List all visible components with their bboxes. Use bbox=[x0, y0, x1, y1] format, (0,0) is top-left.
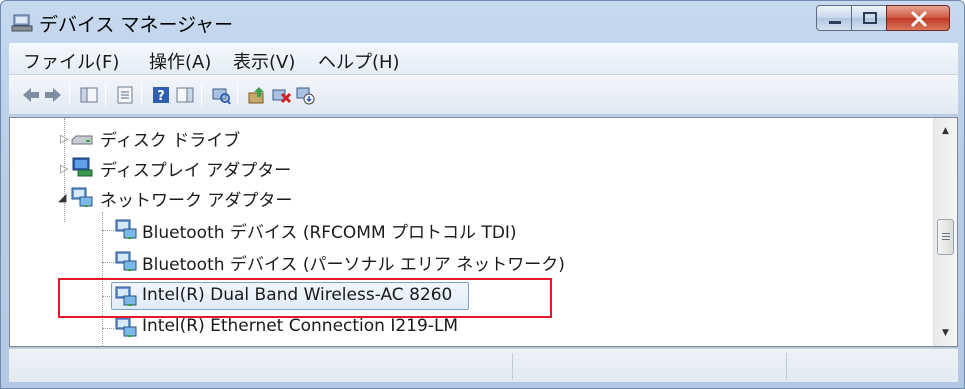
close-icon bbox=[911, 11, 927, 27]
tree-guide-line bbox=[102, 230, 114, 231]
menu-bar: ファイル(F) 操作(A) 表示(V) ヘルプ(H) bbox=[9, 43, 958, 75]
back-arrow-icon[interactable] bbox=[21, 85, 41, 105]
thumb-grip bbox=[942, 233, 950, 234]
svg-text:?: ? bbox=[157, 89, 165, 104]
window-title: デバイス マネージャー bbox=[39, 14, 234, 36]
tree-item-label: Intel(R) Ethernet Connection I219-LM bbox=[142, 316, 459, 336]
scrollbar-thumb[interactable] bbox=[937, 219, 954, 255]
status-pane bbox=[787, 353, 937, 379]
status-bar bbox=[9, 348, 958, 382]
scroll-down-arrow-icon[interactable]: ▼ bbox=[934, 322, 957, 344]
maximize-icon bbox=[863, 12, 877, 24]
expanded-expander-icon[interactable]: ◢ bbox=[58, 191, 66, 204]
close-button[interactable] bbox=[886, 5, 950, 31]
toolbar: ? bbox=[9, 75, 958, 115]
status-pane bbox=[9, 353, 513, 379]
network-adapter-icon bbox=[115, 219, 137, 239]
scroll-up-arrow-icon[interactable]: ▲ bbox=[934, 120, 957, 142]
toolbar-separator bbox=[237, 84, 238, 106]
network-adapter-icon bbox=[115, 251, 137, 271]
uninstall-device-icon[interactable] bbox=[271, 85, 291, 105]
red-annotation-box bbox=[58, 278, 552, 318]
tree-item-label: Bluetooth デバイス (パーソナル エリア ネットワーク) bbox=[142, 255, 565, 275]
toolbar-separator bbox=[141, 84, 142, 106]
collapsed-expander-icon[interactable]: ▷ bbox=[60, 162, 68, 175]
collapsed-expander-icon[interactable]: ▷ bbox=[60, 132, 68, 145]
device-manager-icon bbox=[11, 14, 33, 32]
thumb-grip bbox=[942, 236, 950, 237]
minimize-icon bbox=[829, 21, 841, 24]
menu-help[interactable]: ヘルプ(H) bbox=[318, 48, 400, 74]
tree-item-disk-drives[interactable]: ▷ ディスク ドライブ bbox=[10, 124, 930, 152]
network-adapter-icon bbox=[115, 317, 137, 337]
display-adapter-icon bbox=[72, 157, 93, 177]
help-icon[interactable]: ? bbox=[151, 85, 171, 105]
thumb-grip bbox=[942, 239, 950, 240]
tree-item-label: ディスプレイ アダプター bbox=[100, 161, 292, 181]
tree-item-label: ディスク ドライブ bbox=[100, 131, 241, 151]
toolbar-separator bbox=[69, 84, 70, 106]
menu-action[interactable]: 操作(A) bbox=[149, 48, 211, 74]
tree-guide-line bbox=[102, 328, 114, 329]
toolbar-separator bbox=[201, 84, 202, 106]
tree-item-network-adapters[interactable]: ◢ ネットワーク アダプター bbox=[10, 184, 930, 212]
minimize-button[interactable] bbox=[816, 5, 852, 31]
network-adapter-icon bbox=[71, 187, 93, 207]
scan-hardware-changes-icon[interactable] bbox=[211, 85, 231, 105]
forward-arrow-icon[interactable] bbox=[43, 85, 63, 105]
tree-item-display-adapters[interactable]: ▷ ディスプレイ アダプター bbox=[10, 154, 930, 182]
tree-guide-line bbox=[102, 262, 114, 263]
tree-item-label: ネットワーク アダプター bbox=[100, 191, 293, 211]
tree-item-intel-ethernet[interactable]: Intel(R) Ethernet Connection I219-LM bbox=[10, 314, 930, 342]
show-hide-action-pane-icon[interactable] bbox=[175, 85, 195, 105]
maximize-button[interactable] bbox=[851, 5, 887, 31]
properties-icon[interactable] bbox=[115, 85, 135, 105]
disk-drive-icon bbox=[71, 135, 93, 145]
update-driver-icon[interactable] bbox=[247, 85, 267, 105]
status-pane bbox=[513, 353, 787, 379]
tree-item-bluetooth-pan[interactable]: Bluetooth デバイス (パーソナル エリア ネットワーク) bbox=[10, 248, 930, 276]
menu-view[interactable]: 表示(V) bbox=[233, 48, 295, 74]
tree-item-bluetooth-rfcomm[interactable]: Bluetooth デバイス (RFCOMM プロトコル TDI) bbox=[10, 216, 930, 244]
device-manager-window: デバイス マネージャー ファイル(F) 操作(A) 表示(V) ヘルプ(H) ?… bbox=[0, 0, 965, 389]
show-hide-console-tree-icon[interactable] bbox=[79, 85, 99, 105]
disable-device-icon[interactable] bbox=[295, 85, 315, 105]
toolbar-separator bbox=[105, 84, 106, 106]
vertical-scrollbar[interactable]: ▲ ▼ bbox=[933, 118, 957, 346]
menu-file[interactable]: ファイル(F) bbox=[23, 48, 119, 74]
title-bar[interactable]: デバイス マネージャー bbox=[1, 1, 964, 43]
tree-item-label: Bluetooth デバイス (RFCOMM プロトコル TDI) bbox=[142, 223, 517, 243]
